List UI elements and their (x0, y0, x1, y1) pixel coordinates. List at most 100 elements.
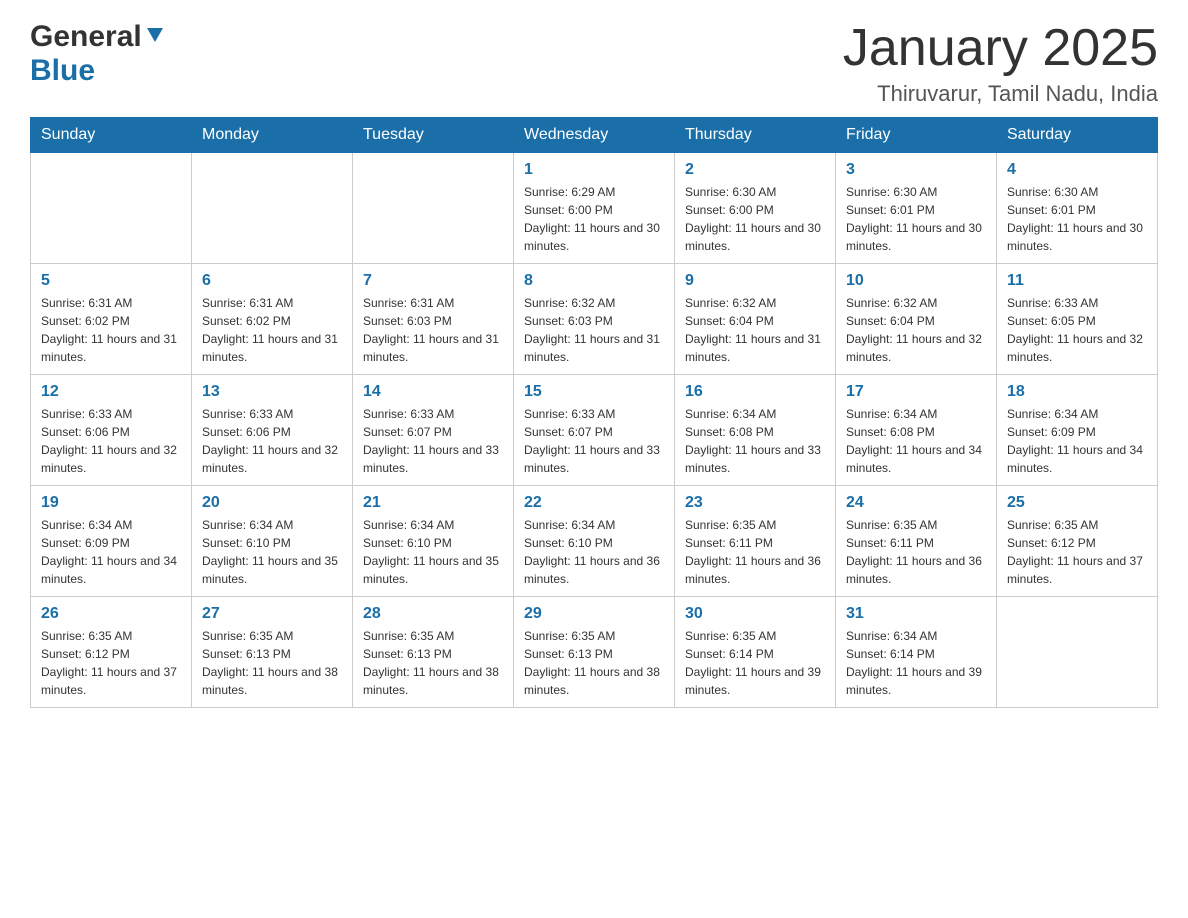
day-number: 9 (685, 272, 825, 290)
day-number: 5 (41, 272, 181, 290)
day-info: Sunrise: 6:33 AM Sunset: 6:07 PM Dayligh… (524, 405, 664, 477)
day-info: Sunrise: 6:31 AM Sunset: 6:02 PM Dayligh… (41, 294, 181, 366)
day-info: Sunrise: 6:30 AM Sunset: 6:01 PM Dayligh… (846, 183, 986, 255)
calendar-cell (192, 153, 353, 264)
day-info: Sunrise: 6:35 AM Sunset: 6:12 PM Dayligh… (1007, 516, 1147, 588)
day-number: 12 (41, 383, 181, 401)
calendar-cell: 31 Sunrise: 6:34 AM Sunset: 6:14 PM Dayli… (836, 597, 997, 708)
day-info: Sunrise: 6:35 AM Sunset: 6:13 PM Dayligh… (202, 627, 342, 699)
day-number: 6 (202, 272, 342, 290)
header-day-tuesday: Tuesday (353, 118, 514, 153)
calendar-cell: 5 Sunrise: 6:31 AM Sunset: 6:02 PM Daylig… (31, 264, 192, 375)
day-number: 1 (524, 161, 664, 179)
day-number: 30 (685, 605, 825, 623)
calendar-cell: 29 Sunrise: 6:35 AM Sunset: 6:13 PM Dayli… (514, 597, 675, 708)
day-number: 31 (846, 605, 986, 623)
day-number: 8 (524, 272, 664, 290)
day-info: Sunrise: 6:34 AM Sunset: 6:09 PM Dayligh… (1007, 405, 1147, 477)
calendar-cell: 8Sunrise: 6:32 AM Sunset: 6:03 PM Daylig… (514, 264, 675, 375)
day-info: Sunrise: 6:34 AM Sunset: 6:10 PM Dayligh… (202, 516, 342, 588)
calendar-cell: 30Sunrise: 6:35 AM Sunset: 6:14 PM Dayli… (675, 597, 836, 708)
header-day-sunday: Sunday (31, 118, 192, 153)
page-header: General Blue January 2025 Thiruvarur, Ta… (30, 20, 1158, 107)
calendar-cell: 11Sunrise: 6:33 AM Sunset: 6:05 PM Dayli… (997, 264, 1158, 375)
day-number: 29 (524, 605, 664, 623)
calendar-cell: 4 Sunrise: 6:30 AM Sunset: 6:01 PM Daylig… (997, 153, 1158, 264)
day-info: Sunrise: 6:33 AM Sunset: 6:06 PM Dayligh… (41, 405, 181, 477)
calendar-cell: 24Sunrise: 6:35 AM Sunset: 6:11 PM Dayli… (836, 486, 997, 597)
calendar-cell: 13Sunrise: 6:33 AM Sunset: 6:06 PM Dayli… (192, 375, 353, 486)
day-info: Sunrise: 6:30 AM Sunset: 6:00 PM Dayligh… (685, 183, 825, 255)
day-number: 16 (685, 383, 825, 401)
calendar-cell: 21 Sunrise: 6:34 AM Sunset: 6:10 PM Dayli… (353, 486, 514, 597)
calendar-cell: 19 Sunrise: 6:34 AM Sunset: 6:09 PM Dayli… (31, 486, 192, 597)
calendar-cell: 12 Sunrise: 6:33 AM Sunset: 6:06 PM Dayli… (31, 375, 192, 486)
calendar-cell (31, 153, 192, 264)
calendar-cell: 18 Sunrise: 6:34 AM Sunset: 6:09 PM Dayli… (997, 375, 1158, 486)
calendar-cell: 23Sunrise: 6:35 AM Sunset: 6:11 PM Dayli… (675, 486, 836, 597)
calendar-cell: 3 Sunrise: 6:30 AM Sunset: 6:01 PM Daylig… (836, 153, 997, 264)
day-number: 27 (202, 605, 342, 623)
day-info: Sunrise: 6:30 AM Sunset: 6:01 PM Dayligh… (1007, 183, 1147, 255)
day-number: 19 (41, 494, 181, 512)
calendar-cell: 2 Sunrise: 6:30 AM Sunset: 6:00 PM Daylig… (675, 153, 836, 264)
day-number: 25 (1007, 494, 1147, 512)
day-number: 13 (202, 383, 342, 401)
header-row: SundayMondayTuesdayWednesdayThursdayFrid… (31, 118, 1158, 153)
day-number: 4 (1007, 161, 1147, 179)
calendar-cell: 28 Sunrise: 6:35 AM Sunset: 6:13 PM Dayli… (353, 597, 514, 708)
calendar-cell: 25 Sunrise: 6:35 AM Sunset: 6:12 PM Dayli… (997, 486, 1158, 597)
calendar-cell: 27 Sunrise: 6:35 AM Sunset: 6:13 PM Dayli… (192, 597, 353, 708)
header-day-friday: Friday (836, 118, 997, 153)
calendar-cell: 14 Sunrise: 6:33 AM Sunset: 6:07 PM Dayli… (353, 375, 514, 486)
day-number: 10 (846, 272, 986, 290)
day-number: 21 (363, 494, 503, 512)
week-row-3: 12 Sunrise: 6:33 AM Sunset: 6:06 PM Dayli… (31, 375, 1158, 486)
day-info: Sunrise: 6:35 AM Sunset: 6:11 PM Dayligh… (846, 516, 986, 588)
day-info: Sunrise: 6:34 AM Sunset: 6:08 PM Dayligh… (685, 405, 825, 477)
day-number: 3 (846, 161, 986, 179)
day-number: 15 (524, 383, 664, 401)
day-number: 28 (363, 605, 503, 623)
calendar-cell: 15 Sunrise: 6:33 AM Sunset: 6:07 PM Dayli… (514, 375, 675, 486)
day-number: 22 (524, 494, 664, 512)
day-info: Sunrise: 6:29 AM Sunset: 6:00 PM Dayligh… (524, 183, 664, 255)
calendar-cell: 6 Sunrise: 6:31 AM Sunset: 6:02 PM Daylig… (192, 264, 353, 375)
day-number: 20 (202, 494, 342, 512)
calendar-cell: 20 Sunrise: 6:34 AM Sunset: 6:10 PM Dayli… (192, 486, 353, 597)
calendar-cell: 16 Sunrise: 6:34 AM Sunset: 6:08 PM Dayli… (675, 375, 836, 486)
day-number: 18 (1007, 383, 1147, 401)
day-info: Sunrise: 6:34 AM Sunset: 6:10 PM Dayligh… (363, 516, 503, 588)
logo-general-text: General (30, 20, 142, 54)
day-number: 2 (685, 161, 825, 179)
day-info: Sunrise: 6:32 AM Sunset: 6:04 PM Dayligh… (846, 294, 986, 366)
day-info: Sunrise: 6:34 AM Sunset: 6:09 PM Dayligh… (41, 516, 181, 588)
day-info: Sunrise: 6:34 AM Sunset: 6:10 PM Dayligh… (524, 516, 664, 588)
week-row-4: 19 Sunrise: 6:34 AM Sunset: 6:09 PM Dayli… (31, 486, 1158, 597)
day-info: Sunrise: 6:35 AM Sunset: 6:11 PM Dayligh… (685, 516, 825, 588)
calendar-cell: 7Sunrise: 6:31 AM Sunset: 6:03 PM Daylig… (353, 264, 514, 375)
logo-blue-text: Blue (30, 54, 95, 88)
calendar-cell (997, 597, 1158, 708)
day-number: 14 (363, 383, 503, 401)
week-row-5: 26Sunrise: 6:35 AM Sunset: 6:12 PM Dayli… (31, 597, 1158, 708)
day-info: Sunrise: 6:33 AM Sunset: 6:07 PM Dayligh… (363, 405, 503, 477)
header-day-monday: Monday (192, 118, 353, 153)
day-info: Sunrise: 6:35 AM Sunset: 6:13 PM Dayligh… (524, 627, 664, 699)
day-info: Sunrise: 6:34 AM Sunset: 6:08 PM Dayligh… (846, 405, 986, 477)
day-info: Sunrise: 6:31 AM Sunset: 6:02 PM Dayligh… (202, 294, 342, 366)
week-row-1: 1 Sunrise: 6:29 AM Sunset: 6:00 PM Daylig… (31, 153, 1158, 264)
logo: General Blue (30, 20, 166, 88)
calendar-cell: 1 Sunrise: 6:29 AM Sunset: 6:00 PM Daylig… (514, 153, 675, 264)
header-day-saturday: Saturday (997, 118, 1158, 153)
day-info: Sunrise: 6:35 AM Sunset: 6:13 PM Dayligh… (363, 627, 503, 699)
calendar-cell: 22 Sunrise: 6:34 AM Sunset: 6:10 PM Dayli… (514, 486, 675, 597)
day-number: 26 (41, 605, 181, 623)
calendar-cell: 17 Sunrise: 6:34 AM Sunset: 6:08 PM Dayli… (836, 375, 997, 486)
day-number: 17 (846, 383, 986, 401)
day-info: Sunrise: 6:34 AM Sunset: 6:14 PM Dayligh… (846, 627, 986, 699)
header-day-wednesday: Wednesday (514, 118, 675, 153)
header-day-thursday: Thursday (675, 118, 836, 153)
calendar-cell: 9Sunrise: 6:32 AM Sunset: 6:04 PM Daylig… (675, 264, 836, 375)
week-row-2: 5 Sunrise: 6:31 AM Sunset: 6:02 PM Daylig… (31, 264, 1158, 375)
